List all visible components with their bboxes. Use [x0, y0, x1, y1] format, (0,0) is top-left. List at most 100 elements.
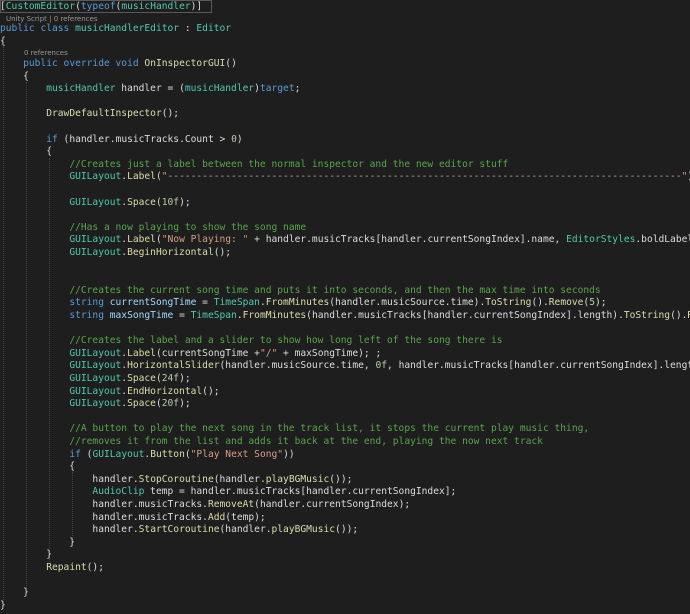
- code-token: (handler.musicTracks[handler.currentSong…: [306, 310, 624, 321]
- code-line[interactable]: }: [0, 587, 29, 600]
- code-token: ();: [213, 247, 232, 258]
- code-token: GUILayout: [69, 385, 122, 397]
- code-token: FromMinutes: [265, 297, 330, 309]
- code-line[interactable]: //Creates the label and a slider to show…: [0, 335, 503, 348]
- code-line[interactable]: GUILayout.Space(10f);: [0, 196, 190, 210]
- code-token: =: [173, 310, 191, 321]
- code-line[interactable]: }: [0, 600, 6, 613]
- code-token: public: [23, 58, 64, 69]
- code-token: StopCoroutine: [138, 473, 214, 485]
- code-line[interactable]: //A button to play the next song in the …: [0, 423, 589, 436]
- code-token: Label: [127, 347, 156, 359]
- code-editor[interactable]: [CustomEditor(typeof(musicHandler)] Unity…: [0, 0, 690, 614]
- code-line[interactable]: handler.StartCoroutine(handler.playBGMus…: [0, 524, 358, 537]
- code-line[interactable]: handler.musicTracks.RemoveAt(handler.cur…: [0, 499, 410, 512]
- code-line[interactable]: GUILayout.EndHorizontal();: [0, 385, 219, 399]
- code-token: Label: [127, 171, 156, 183]
- code-token: , handler.musicTracks[handler.currentSon…: [387, 360, 690, 372]
- code-line[interactable]: GUILayout.Space(20f);: [0, 398, 190, 411]
- code-line[interactable]: handler.musicTracks.Add(temp);: [0, 511, 266, 525]
- code-token: 0f: [375, 360, 388, 372]
- code-line[interactable]: GUILayout.Label("-----------------------…: [0, 171, 690, 184]
- code-token: GUILayout: [69, 373, 122, 384]
- code-token: RemoveAt: [207, 499, 255, 510]
- code-token: musicHandler: [184, 83, 255, 95]
- code-token: GUILayout: [69, 347, 122, 359]
- codelens-annotation[interactable]: 0 references: [24, 48, 68, 58]
- code-line[interactable]: {: [0, 461, 75, 474]
- code-line[interactable]: public class musicHandlerEditor : Editor: [0, 23, 231, 36]
- code-token: ();: [161, 108, 180, 120]
- code-line[interactable]: GUILayout.Label(currentSongTime +"/" + m…: [0, 348, 381, 361]
- code-line[interactable]: GUILayout.HorizontalSlider(handler.music…: [0, 360, 690, 373]
- code-token: string: [69, 310, 110, 321]
- codelens-annotation[interactable]: Unity Script | 0 references: [6, 14, 97, 24]
- code-line[interactable]: DrawDefaultInspector();: [0, 108, 179, 121]
- code-line[interactable]: public override void OnInspectorGUI(): [0, 58, 237, 71]
- code-line[interactable]: handler.StopCoroutine(handler.playBGMusi…: [0, 474, 352, 487]
- code-token: ();: [86, 562, 104, 573]
- code-line[interactable]: string maxSongTime = TimeSpan.FromMinute…: [0, 310, 690, 323]
- code-line[interactable]: //removes it from the list and adds it b…: [0, 436, 543, 449]
- code-token: ().: [670, 310, 688, 321]
- code-token: 10f: [161, 196, 180, 208]
- code-line[interactable]: //Creates the current song time and puts…: [0, 285, 600, 298]
- code-line[interactable]: musicHandler handler = (musicHandler)tar…: [0, 83, 300, 96]
- code-line[interactable]: GUILayout.Space(24f);: [0, 373, 190, 386]
- code-line[interactable]: //Has a now playing to show the song nam…: [0, 222, 306, 235]
- code-token: {: [0, 70, 29, 82]
- code-line[interactable]: //Creates just a label between the norma…: [0, 159, 508, 172]
- code-token: (temp);: [225, 511, 266, 523]
- code-line[interactable]: GUILayout.BeginHorizontal();: [0, 247, 231, 260]
- code-line[interactable]: }: [0, 537, 75, 550]
- code-token: musicHandler: [121, 1, 191, 12]
- code-token: .boldLabel);: [635, 234, 690, 246]
- code-token: TimeSpan: [190, 310, 237, 321]
- code-token: ToString: [623, 310, 671, 321]
- code-line[interactable]: if (handler.musicTracks.Count > 0): [0, 134, 242, 147]
- code-line[interactable]: }: [0, 549, 52, 562]
- code-line[interactable]: if (GUILayout.Button("Play Next Song")): [0, 448, 294, 462]
- code-token: BeginHorizontal: [127, 247, 214, 258]
- code-token: }: [0, 549, 52, 561]
- code-token: Label: [127, 234, 156, 246]
- code-line[interactable]: {: [0, 36, 6, 49]
- code-line[interactable]: {: [0, 146, 52, 159]
- code-token: GUILayout: [69, 398, 122, 410]
- code-token: {: [0, 35, 6, 47]
- code-token: Space: [127, 398, 156, 410]
- code-token: FromMinutes: [242, 310, 307, 321]
- code-token: "/": [259, 347, 278, 359]
- code-token: playBGMusic: [271, 524, 336, 536]
- code-token: (: [80, 448, 93, 460]
- code-token: GUILayout: [69, 234, 122, 246]
- code-line[interactable]: GUILayout.Label("Now Playing: " + handle…: [0, 234, 690, 247]
- code-token: GUILayout: [92, 448, 145, 460]
- code-line[interactable]: Repaint();: [0, 562, 104, 575]
- code-token: //Creates the label and a slider to show…: [69, 335, 503, 347]
- code-token: ().: [531, 297, 549, 309]
- code-token: //Creates just a label between the norma…: [69, 158, 509, 170]
- code-line[interactable]: {: [0, 71, 29, 84]
- code-line[interactable]: string currentSongTime = TimeSpan.FromMi…: [0, 297, 607, 310]
- code-token: );: [594, 297, 607, 309]
- code-token: (handler.musicSource.time,: [219, 360, 376, 372]
- code-line[interactable]: AudioClip temp = handler.musicTracks[han…: [0, 486, 456, 499]
- code-token: 20f: [161, 398, 180, 410]
- code-token: }: [0, 599, 6, 611]
- code-token: handler.: [92, 524, 139, 536]
- code-line[interactable]: [CustomEditor(typeof(musicHandler)]: [0, 1, 202, 14]
- code-token: {: [0, 461, 76, 473]
